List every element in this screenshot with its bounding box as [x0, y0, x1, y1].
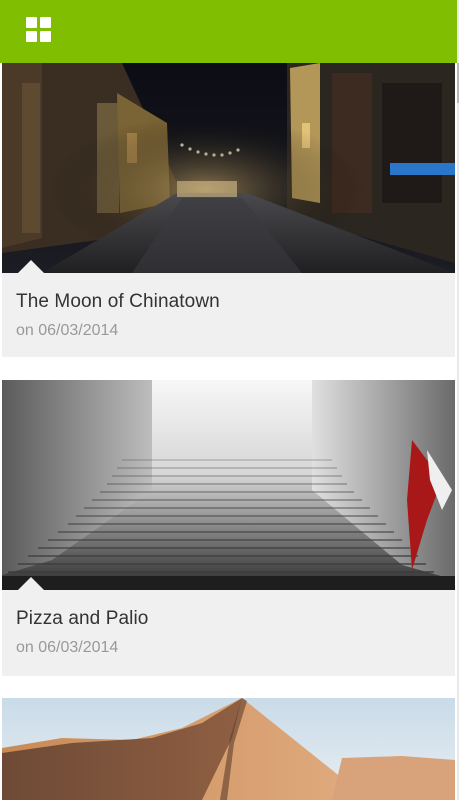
grid-menu-button[interactable]	[26, 17, 52, 43]
post-card[interactable]	[2, 698, 455, 800]
post-card[interactable]: The Moon of Chinatown on 06/03/2014	[2, 63, 455, 357]
caption-pointer	[18, 260, 44, 273]
post-title[interactable]: Pizza and Palio	[16, 608, 148, 630]
post-date: on 06/03/2014	[16, 322, 119, 339]
caption-pointer	[18, 577, 44, 590]
post-image	[2, 698, 455, 800]
grid-icon	[26, 17, 37, 28]
post-date: on 06/03/2014	[16, 639, 119, 656]
post-title[interactable]: The Moon of Chinatown	[16, 291, 220, 313]
post-card[interactable]: Pizza and Palio on 06/03/2014	[2, 380, 455, 676]
post-image	[2, 63, 455, 273]
top-app-bar	[0, 0, 457, 63]
post-image	[2, 380, 455, 590]
